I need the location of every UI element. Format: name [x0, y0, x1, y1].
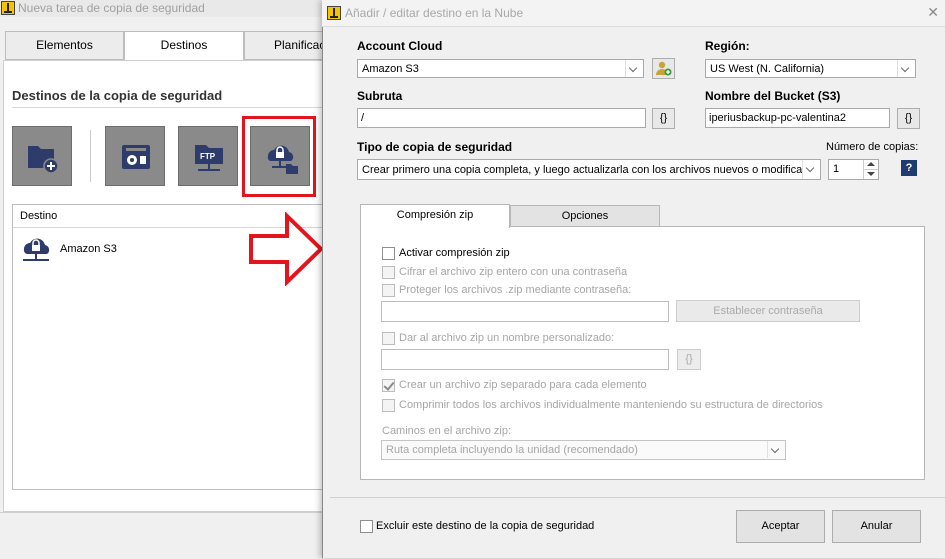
- separate-zip-label: Crear un archivo zip separado para cada …: [399, 379, 647, 391]
- manage-accounts-button[interactable]: [652, 58, 675, 79]
- cancel-button[interactable]: Anular: [832, 510, 921, 543]
- subpath-label: Subruta: [357, 89, 403, 103]
- custom-name-variables-button[interactable]: {}: [677, 349, 701, 370]
- spin-up-icon[interactable]: [863, 160, 878, 170]
- close-icon[interactable]: ✕: [927, 4, 939, 21]
- chevron-down-icon: [897, 60, 915, 77]
- region-select[interactable]: US West (N. California): [705, 59, 916, 78]
- tab-planificacion[interactable]: Planificaci: [244, 31, 330, 60]
- account-cloud-label: Account Cloud: [357, 39, 443, 53]
- zip-paths-value: Ruta completa incluyendo la unidad (reco…: [386, 444, 638, 456]
- destinations-heading: Destinos de la copia de seguridad: [12, 88, 223, 103]
- backup-task-footer: [0, 512, 330, 559]
- protect-zip-label: Proteger los archivos .zip mediante cont…: [399, 284, 632, 296]
- region-label: Región:: [705, 39, 750, 53]
- encrypt-zip-checkbox[interactable]: [382, 266, 395, 279]
- svg-text:FTP: FTP: [200, 152, 216, 161]
- subpath-input[interactable]: /: [357, 108, 646, 128]
- ftp-server-icon: FTP: [195, 145, 223, 171]
- dialog-title: Añadir / editar destino en la Nube: [345, 6, 524, 20]
- add-ftp-destination-button[interactable]: FTP: [178, 126, 238, 186]
- copies-value: 1: [833, 163, 840, 175]
- tab-elementos[interactable]: Elementos: [5, 31, 124, 60]
- tab-destinos[interactable]: Destinos: [124, 31, 244, 61]
- chevron-down-icon: [625, 60, 643, 77]
- red-arrow-annotation: [249, 212, 324, 286]
- chevron-down-icon: [802, 160, 820, 179]
- custom-name-label: Dar al archivo zip un nombre personaliza…: [399, 332, 615, 344]
- app-logo-icon: [1, 1, 15, 15]
- protect-zip-checkbox[interactable]: [382, 284, 395, 297]
- account-cloud-select[interactable]: Amazon S3: [357, 59, 644, 78]
- backup-type-value: Crear primero una copia completa, y lueg…: [362, 164, 802, 176]
- column-header-destino: Destino: [20, 210, 58, 222]
- encrypt-zip-label: Cifrar el archivo zip entero con una con…: [399, 266, 628, 278]
- destination-amazon-s3[interactable]: Amazon S3: [60, 243, 117, 255]
- zip-password-input[interactable]: [381, 301, 669, 322]
- bucket-variables-button[interactable]: {}: [897, 108, 920, 129]
- compress-individually-label: Comprimir todos los archivos individualm…: [399, 399, 823, 411]
- subpath-variables-button[interactable]: {}: [652, 108, 675, 129]
- zip-paths-label: Caminos en el archivo zip:: [382, 425, 512, 437]
- region-value: US West (N. California): [710, 63, 825, 75]
- backup-task-title: Nueva tarea de copia de seguridad: [18, 1, 205, 15]
- account-cloud-value: Amazon S3: [362, 63, 419, 75]
- exclude-destination-label: Excluir este destino de la copia de segu…: [376, 520, 595, 532]
- compress-individually-checkbox[interactable]: [382, 399, 395, 412]
- chevron-down-icon: [767, 441, 785, 458]
- accept-button[interactable]: Aceptar: [736, 510, 825, 543]
- backup-type-label: Tipo de copia de seguridad: [357, 140, 513, 154]
- tab-zip-compression[interactable]: Compresión zip: [360, 204, 510, 228]
- add-tape-destination-button[interactable]: [105, 126, 165, 186]
- add-folder-destination-button[interactable]: [12, 126, 72, 186]
- spin-down-icon[interactable]: [863, 170, 878, 179]
- dialog-logo-icon: [327, 6, 341, 20]
- copies-label: Número de copias:: [826, 141, 919, 153]
- tape-drive-icon: [122, 145, 150, 169]
- tab-options[interactable]: Opciones: [510, 205, 660, 227]
- help-button[interactable]: ?: [901, 160, 917, 176]
- copies-spinner[interactable]: 1: [828, 159, 879, 180]
- enable-zip-label: Activar compresión zip: [399, 247, 510, 259]
- dialog-divider: [330, 497, 945, 498]
- cloud-button-highlight: [242, 116, 316, 197]
- set-password-button[interactable]: Establecer contraseña: [676, 300, 860, 322]
- separate-zip-checkbox[interactable]: [382, 379, 395, 392]
- bucket-label: Nombre del Bucket (S3): [705, 89, 841, 103]
- dialog-title-bar: Añadir / editar destino en la Nube ✕: [322, 0, 945, 27]
- backup-type-select[interactable]: Crear primero una copia completa, y lueg…: [357, 159, 821, 180]
- heading-divider: [12, 107, 330, 108]
- custom-name-input[interactable]: [381, 349, 669, 370]
- backup-task-title-bar: Nueva tarea de copia de seguridad: [0, 0, 330, 17]
- bucket-input[interactable]: iperiusbackup-pc-valentina2: [705, 108, 890, 128]
- exclude-destination-checkbox[interactable]: [360, 520, 373, 533]
- user-add-icon: [656, 61, 672, 76]
- custom-name-checkbox[interactable]: [382, 332, 395, 345]
- zip-paths-select[interactable]: Ruta completa incluyendo la unidad (reco…: [381, 440, 786, 460]
- enable-zip-checkbox[interactable]: [382, 247, 395, 260]
- cloud-lock-icon: [23, 238, 50, 261]
- folder-add-icon: [28, 146, 59, 174]
- button-separator: [90, 130, 91, 182]
